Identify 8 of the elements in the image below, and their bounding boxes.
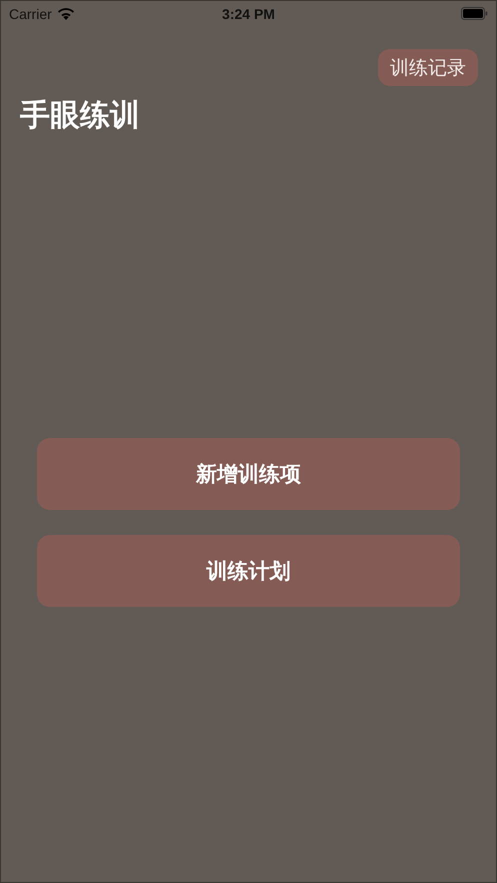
battery-icon	[461, 7, 488, 20]
wifi-icon	[56, 7, 75, 20]
carrier-name: Carrier	[9, 6, 52, 22]
action-button[interactable]: 训练计划	[37, 535, 460, 607]
action-button[interactable]: 新增训练项	[37, 438, 460, 510]
status-time: 3:24 PM	[222, 6, 275, 22]
records-button[interactable]: 训练记录	[378, 49, 478, 86]
page-title: 手眼练训	[20, 97, 141, 135]
